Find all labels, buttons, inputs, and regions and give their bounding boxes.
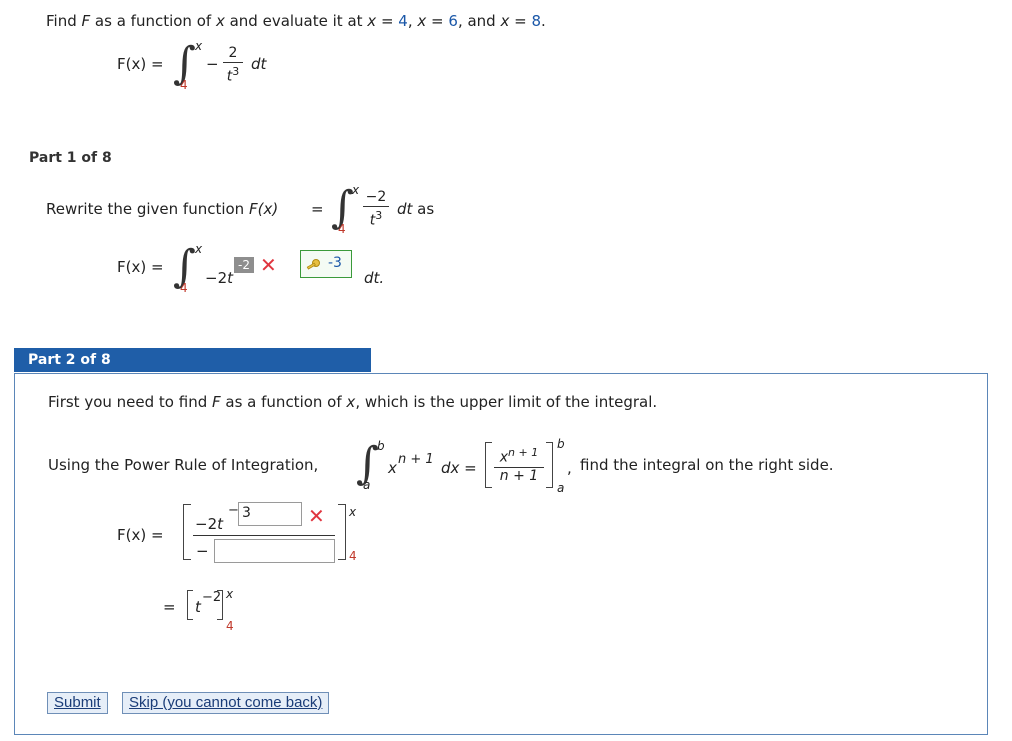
rule-suffix: find the integral on the right side.: [580, 456, 834, 474]
rule-exponent: n + 1: [398, 452, 434, 467]
part2-header: Part 2 of 8: [14, 348, 371, 372]
integral-lower: 4: [180, 78, 188, 92]
rewrite-denominator: t3: [369, 209, 383, 229]
part2-frac-bar: [193, 535, 335, 536]
rewrite-numerator: −2: [365, 189, 387, 205]
rule-frac-numerator: xn + 1: [499, 446, 539, 466]
part1-fx-label: F(x) =: [117, 258, 164, 276]
part2-bracket-upper: x: [349, 505, 357, 519]
prompt-x: x: [215, 12, 225, 30]
rule-fraction: xn + 1 n + 1: [494, 445, 544, 484]
prompt-F: F: [81, 12, 91, 30]
integrand-minus: −: [206, 55, 219, 73]
part2-intro: First you need to find F as a function o…: [48, 393, 658, 411]
rule-frac-denominator: n + 1: [499, 467, 539, 484]
integrand-dt: dt: [251, 55, 267, 73]
part2-bracket-lower: 4: [349, 549, 357, 563]
simplified-lower: 4: [226, 619, 234, 633]
prompt-period: .: [541, 12, 546, 30]
simplified-upper: x: [226, 587, 234, 601]
eval-sep-1: ,: [407, 12, 418, 30]
prompt-eval: and evaluate it at: [224, 12, 368, 30]
part1-dt-end: dt.: [364, 269, 385, 287]
part1-label: Part 1 of 8: [29, 150, 112, 166]
rewrite-eq: =: [311, 200, 324, 218]
part1-integral-upper: x: [195, 242, 203, 256]
question-fx-label: F(x) =: [117, 55, 164, 73]
eval-value-3: 8: [531, 12, 542, 30]
part2-exponent-value: 3: [242, 505, 251, 521]
part1-wrong-icon: ✕: [260, 253, 277, 277]
rewrite-fraction: −2 t3: [363, 190, 389, 229]
power-rule-text: Using the Power Rule of Integration,: [48, 456, 319, 474]
eval-value-1: 4: [398, 12, 408, 30]
simplified-right-bracket: [217, 590, 223, 620]
part2-fx-label: F(x) =: [117, 526, 164, 544]
rule-lower: a: [363, 478, 371, 492]
rewrite-integral-upper: x: [352, 183, 360, 197]
rewrite-integral-lower: 4: [338, 222, 346, 236]
integrand-fraction: 2 t3: [223, 46, 243, 85]
eval-x2: x: [417, 12, 427, 30]
eval-x1: x: [367, 12, 377, 30]
part1-integral-lower: 4: [180, 281, 188, 295]
part2-right-bracket: [338, 504, 346, 560]
question-prompt: Find F as a function of x and evaluate i…: [46, 12, 546, 30]
part2-panel: [14, 373, 988, 735]
part1-wrong-exponent: -2: [234, 257, 254, 273]
part2-denominator-input[interactable]: [214, 539, 335, 563]
part1-correct-exponent: -3: [328, 255, 342, 271]
skip-button[interactable]: Skip (you cannot come back): [122, 692, 330, 714]
part1-coefficient: −2t: [205, 269, 234, 287]
submit-button[interactable]: Submit: [47, 692, 108, 714]
part2-exponent-input[interactable]: 3: [238, 502, 302, 526]
rule-bracket-lower: a: [557, 481, 565, 495]
rewrite-text: Rewrite the given function F(x): [46, 200, 279, 218]
part1-correct-exponent-box: -3: [300, 250, 352, 278]
part2-den-minus: −: [196, 542, 209, 560]
rule-comma: ,: [567, 459, 572, 477]
key-icon: [306, 259, 320, 270]
eval-sep-2: , and: [457, 12, 501, 30]
part2-wrong-icon: ✕: [308, 504, 325, 528]
prompt-mid: as a function of: [90, 12, 216, 30]
rule-right-bracket: [546, 442, 553, 488]
prompt-prefix: Find: [46, 12, 82, 30]
eval-eq1: =: [376, 12, 399, 30]
simplified-eq: =: [163, 598, 176, 616]
rewrite-dt-as: dt as: [397, 200, 435, 218]
part2-left-bracket: [183, 504, 191, 560]
rule-left-bracket: [485, 442, 492, 488]
eval-eq2: =: [426, 12, 449, 30]
fraction-numerator: 2: [228, 45, 238, 61]
part2-coefficient: −2t: [195, 515, 224, 533]
fraction-denominator: t3: [226, 65, 240, 85]
integral-upper: x: [195, 39, 203, 53]
simplified-base: t: [195, 598, 201, 616]
simplified-left-bracket: [187, 590, 193, 620]
eval-value-2: 6: [448, 12, 458, 30]
rule-dx: dx =: [441, 459, 477, 477]
eval-eq3: =: [509, 12, 532, 30]
rule-upper: b: [377, 439, 385, 453]
rule-bracket-upper: b: [557, 437, 565, 451]
rule-integrand: x: [388, 459, 397, 477]
